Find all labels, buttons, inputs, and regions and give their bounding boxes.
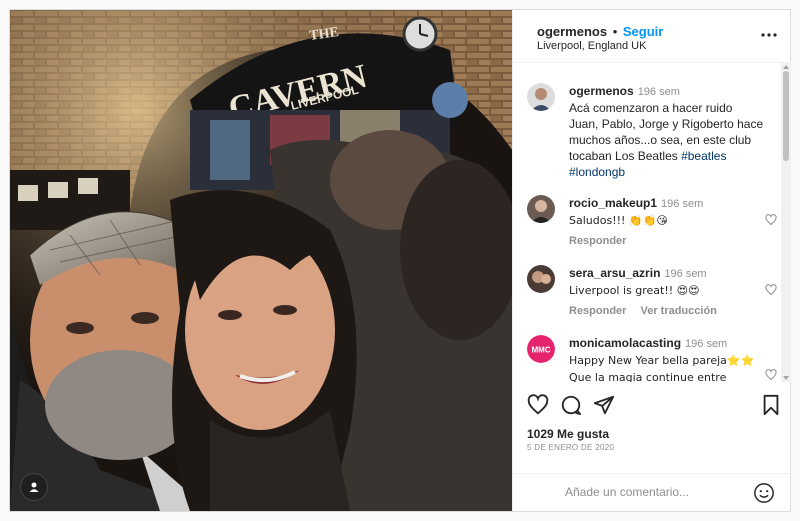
scroll-up-arrow-icon[interactable]: [783, 65, 789, 69]
avatar-text: MMC: [531, 346, 550, 355]
avatar[interactable]: MMC: [527, 335, 555, 363]
header-separator: •: [612, 24, 618, 39]
caption-body: Acá comenzaron a hacer ruido Juan, Pablo…: [569, 101, 764, 163]
hashtag-beatles[interactable]: #beatles: [681, 149, 726, 163]
heart-icon[interactable]: [527, 394, 549, 416]
caption-text: ogermenos 196 sem Acá comenzaron a hacer …: [569, 83, 765, 180]
bookmark-icon[interactable]: [761, 394, 781, 416]
translate-button[interactable]: Ver traducción: [640, 305, 716, 317]
comment-username[interactable]: rocio_makeup1: [569, 196, 657, 210]
scroll-down-arrow-icon[interactable]: [783, 376, 789, 380]
comment-actions: Responder: [569, 235, 640, 247]
heart-icon[interactable]: [765, 284, 777, 296]
avatar[interactable]: [527, 83, 555, 111]
more-horizontal-icon[interactable]: [761, 29, 777, 37]
comment-body: Liverpool is great!! 😍😍: [569, 284, 700, 297]
comment-input[interactable]: [563, 484, 737, 500]
location-link[interactable]: Liverpool, England UK: [537, 40, 646, 52]
post-photo[interactable]: THE CAVERN LIVERPOOL: [10, 10, 512, 511]
caption-username[interactable]: ogermenos: [569, 84, 634, 98]
avatar[interactable]: [527, 265, 555, 293]
comments-scrollbar[interactable]: [781, 63, 791, 382]
heart-icon[interactable]: [765, 214, 777, 226]
send-icon[interactable]: [593, 394, 615, 416]
post-side-panel: ogermenos • Seguir Liverpool, England UK…: [512, 10, 791, 511]
comment-actions: Responder Ver traducción: [569, 305, 731, 317]
post-date: 5 DE ENERO DE 2020: [527, 443, 615, 452]
likes-count[interactable]: 1029 Me gusta: [527, 427, 609, 441]
comment-time: 196 sem: [661, 198, 704, 210]
heart-icon[interactable]: [765, 369, 777, 381]
comments-list[interactable]: ogermenos 196 sem Acá comenzaron a hacer …: [513, 63, 781, 382]
hashtag-londongb[interactable]: #londongb: [569, 165, 625, 179]
follow-button[interactable]: Seguir: [623, 24, 663, 39]
caption-time: 196 sem: [637, 86, 680, 98]
comment-icon[interactable]: [560, 394, 582, 416]
user-tag-icon[interactable]: [20, 473, 48, 501]
header-username[interactable]: ogermenos: [537, 24, 607, 39]
photo-illustration: THE CAVERN LIVERPOOL: [10, 10, 512, 511]
emoji-icon[interactable]: [753, 482, 775, 504]
comment-text: sera_arsu_azrin 196 sem Liverpool is grea…: [569, 265, 765, 299]
avatar[interactable]: [527, 195, 555, 223]
action-bar: [527, 394, 781, 422]
header-line: ogermenos • Seguir: [537, 24, 663, 39]
comment-text: rocio_makeup1 196 sem Saludos!!! 👏👏😘: [569, 195, 765, 229]
post-dialog: THE CAVERN LIVERPOOL ogermenos • Seguir …: [9, 9, 791, 512]
comment-time: 196 sem: [664, 268, 707, 280]
reply-button[interactable]: Responder: [569, 305, 626, 317]
reply-button[interactable]: Responder: [569, 235, 626, 247]
scrollbar-thumb[interactable]: [783, 71, 789, 161]
comment-body: Saludos!!! 👏👏😘: [569, 214, 668, 227]
comment-time: 196 sem: [685, 338, 728, 350]
add-comment-bar: [513, 473, 791, 512]
comment-username[interactable]: monicamolacasting: [569, 336, 681, 350]
comment-username[interactable]: sera_arsu_azrin: [569, 266, 660, 280]
comment-body: Happy New Year bella pareja⭐⭐ Que la mag…: [569, 354, 755, 382]
post-header: ogermenos • Seguir Liverpool, England UK: [513, 10, 791, 63]
comment-text: monicamolacasting 196 sem Happy New Year …: [569, 335, 765, 382]
